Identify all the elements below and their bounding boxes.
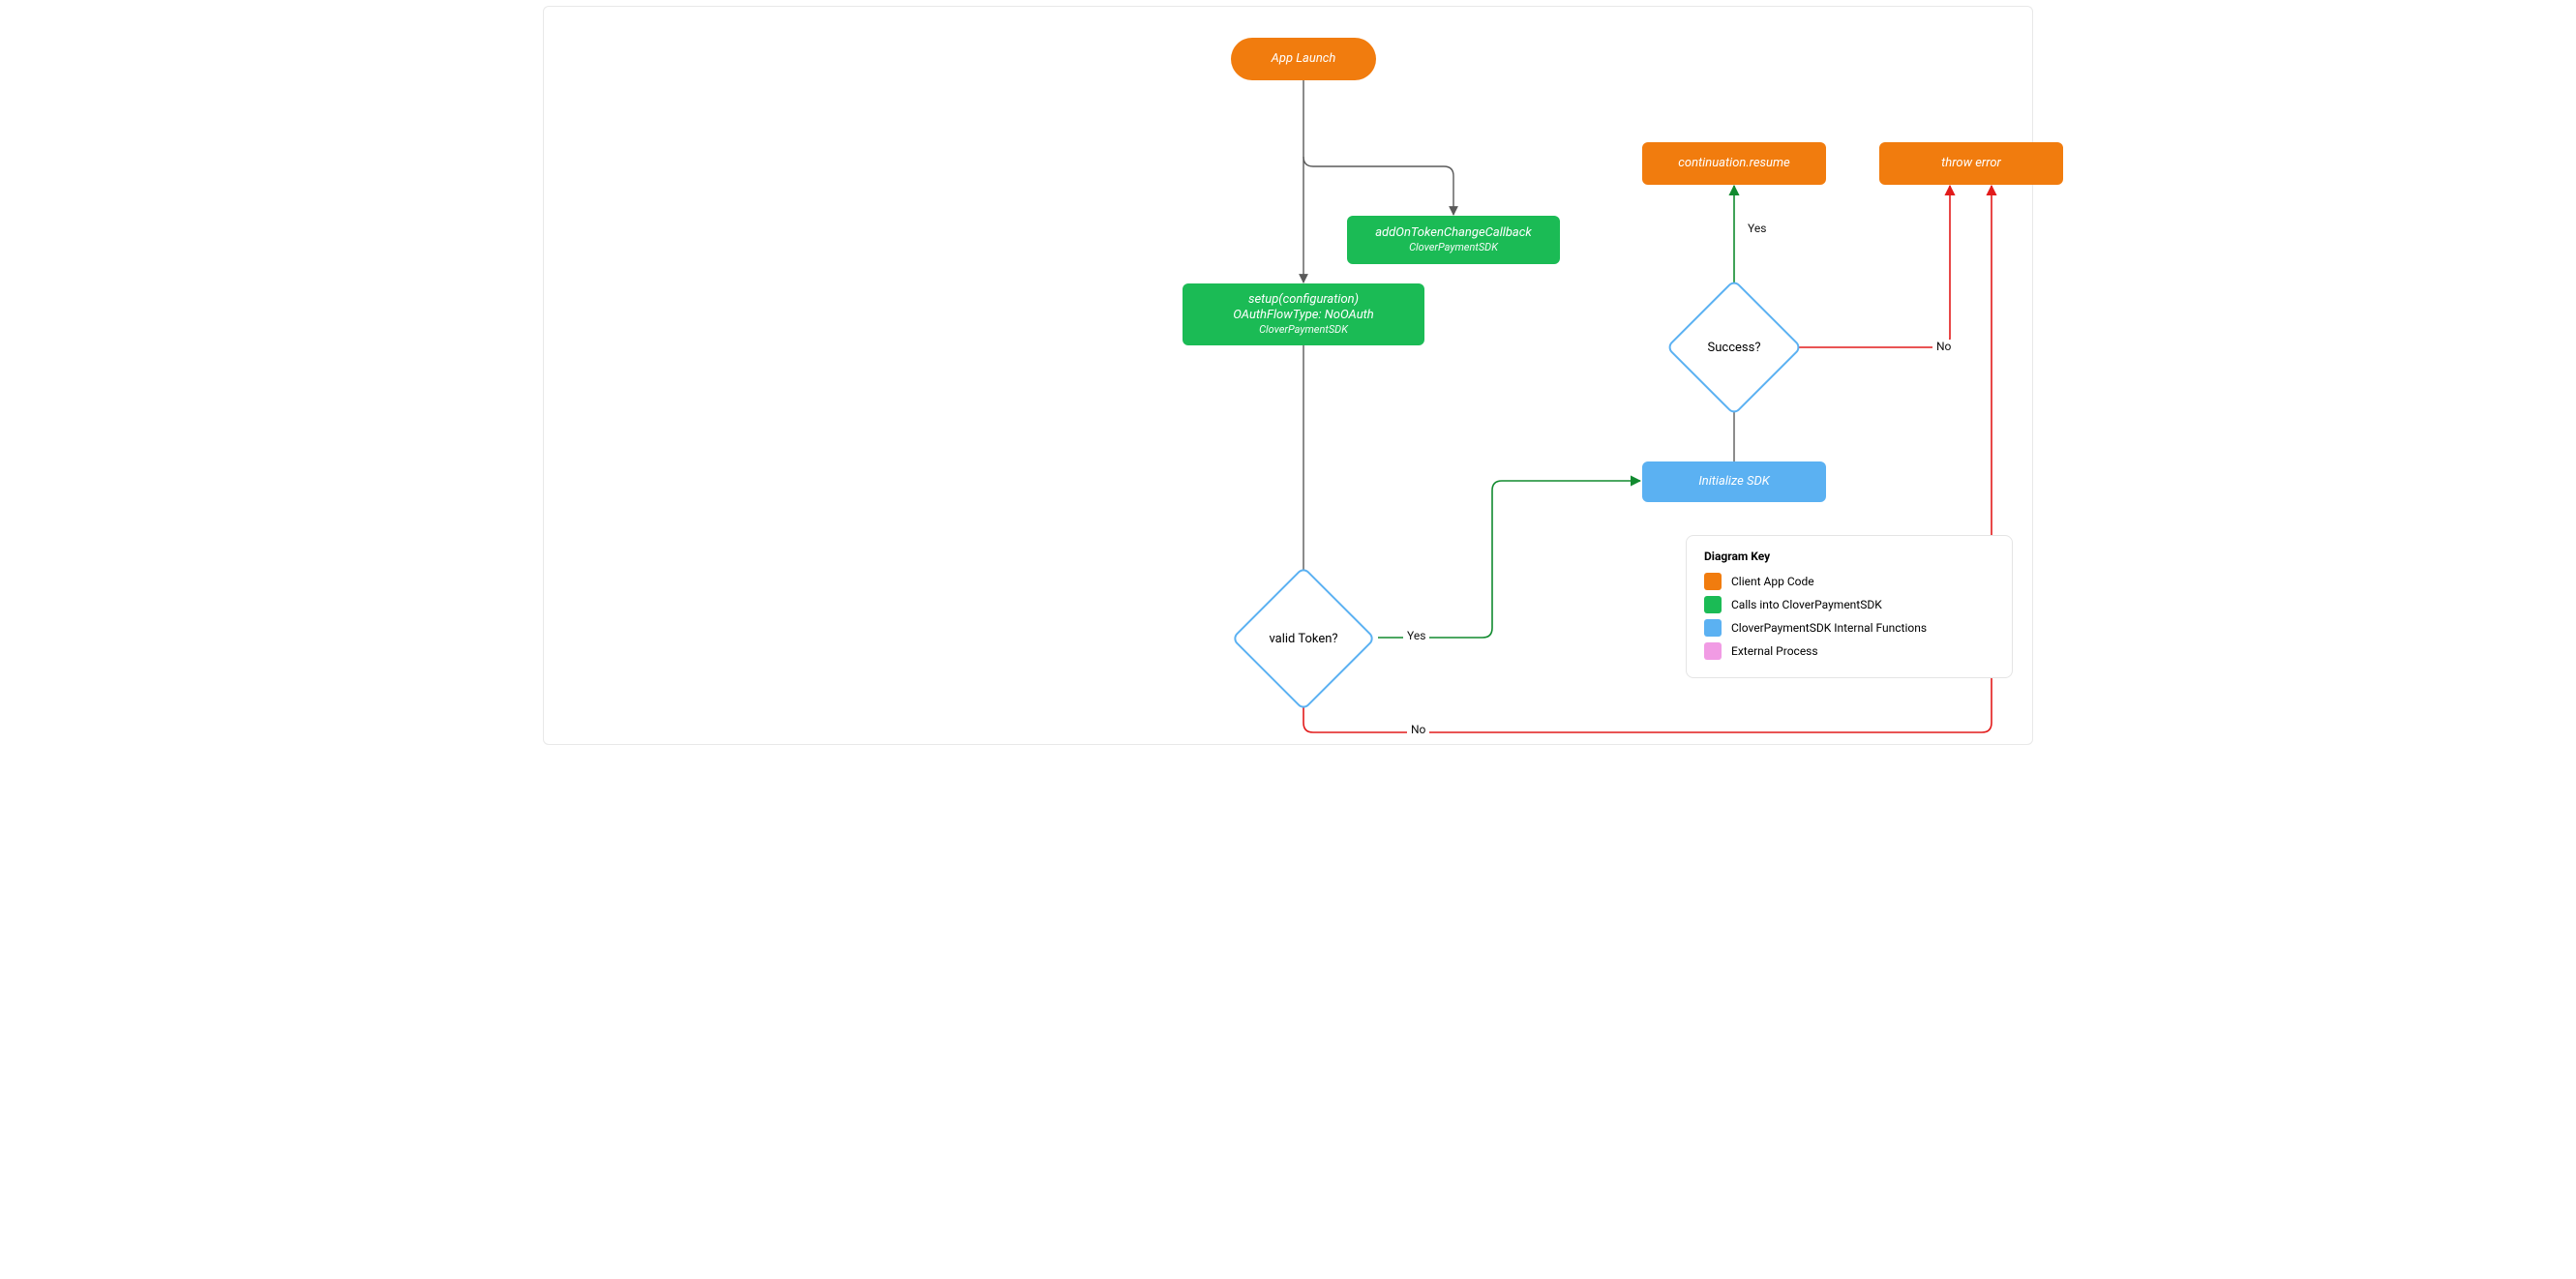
node-label: addOnTokenChangeCallback [1375,225,1532,241]
legend-row: Calls into CloverPaymentSDK [1704,596,1994,613]
node-initialize-sdk: Initialize SDK [1642,461,1826,502]
node-label: Initialize SDK [1698,474,1769,490]
legend-title: Diagram Key [1704,550,1994,563]
edge-label-no-valid-token: No [1407,723,1429,736]
node-sublabel: CloverPaymentSDK [1259,323,1348,337]
decision-label: valid Token? [1221,587,1386,690]
decision-success: Success? [1686,299,1782,396]
node-setup: setup(configuration) OAuthFlowType: NoOA… [1183,283,1424,345]
node-continuation-resume: continuation.resume [1642,142,1826,185]
node-app-launch: App Launch [1231,38,1376,80]
node-label: continuation.resume [1678,156,1789,171]
node-throw-error: throw error [1879,142,2063,185]
diagram-key-panel: Diagram Key Client App Code Calls into C… [1686,535,2013,678]
edge-label-yes-success: Yes [1744,222,1770,235]
legend-swatch-blue [1704,619,1722,637]
node-add-callback: addOnTokenChangeCallback CloverPaymentSD… [1347,216,1560,264]
node-line2: OAuthFlowType: NoOAuth [1233,308,1373,323]
legend-label: External Process [1731,644,1818,658]
edge-label-yes-valid-token: Yes [1403,629,1429,642]
node-label: App Launch [1272,51,1336,67]
edge-label-no-success: No [1932,340,1955,353]
legend-row: Client App Code [1704,573,1994,590]
legend-row: CloverPaymentSDK Internal Functions [1704,619,1994,637]
node-label: throw error [1941,156,2001,171]
legend-swatch-orange [1704,573,1722,590]
legend-label: Calls into CloverPaymentSDK [1731,598,1882,611]
decision-valid-token: valid Token? [1252,587,1355,690]
legend-row: External Process [1704,642,1994,660]
decision-label: Success? [1657,299,1812,396]
legend-label: Client App Code [1731,575,1814,588]
legend-label: CloverPaymentSDK Internal Functions [1731,621,1927,635]
legend-swatch-pink [1704,642,1722,660]
node-line1: setup(configuration) [1248,292,1359,308]
legend-swatch-green [1704,596,1722,613]
node-sublabel: CloverPaymentSDK [1409,241,1498,254]
